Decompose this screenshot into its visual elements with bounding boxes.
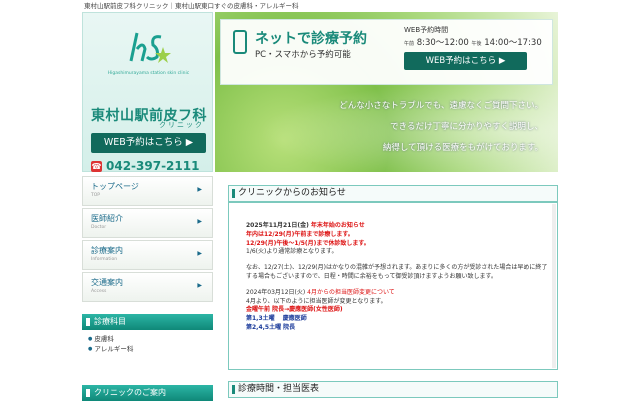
- department-item: アレルギー科: [88, 344, 213, 354]
- nav-item-top[interactable]: トップページ TOP ▶: [82, 176, 213, 206]
- brand-panel: Higashimurayama station skin clinic 東村山駅…: [82, 12, 213, 174]
- departments-heading: 診療科目: [82, 314, 213, 330]
- phone-number[interactable]: ☎ 042-397-2111: [91, 158, 206, 174]
- clinic-name-sub: クリニック: [159, 121, 204, 129]
- reservation-hours-title: WEB予約時間: [404, 26, 449, 34]
- phone-text: 042-397-2111: [106, 159, 200, 173]
- news-scrollbar[interactable]: [552, 204, 556, 368]
- arrow-right-icon: ▶: [197, 282, 202, 289]
- arrow-right-icon: ▶: [197, 250, 202, 257]
- nav-item-access[interactable]: 交通案内 Access ▶: [82, 272, 213, 302]
- clinic-info-heading: クリニックのご案内: [82, 385, 213, 401]
- reservation-box: ネットで診療予約 PC・スマホから予約可能 WEB予約時間 午前 8:30〜12…: [220, 19, 553, 85]
- hero-message-1: どんな小さなトラブルでも、遠慮なくご質問下さい。: [339, 101, 543, 111]
- hero-banner: ネットで診療予約 PC・スマホから予約可能 WEB予約時間 午前 8:30〜12…: [215, 12, 558, 172]
- web-reservation-button[interactable]: WEB予約はこちら ▶: [91, 133, 206, 153]
- web-reservation-button-hero[interactable]: WEB予約はこちら ▶: [404, 52, 527, 70]
- news-heading: クリニックからのお知らせ: [228, 185, 558, 202]
- hero-message-3: 納得して頂ける医療をもがけております。: [382, 143, 543, 153]
- sidebar-nav: トップページ TOP ▶ 医師紹介 Doctor ▶ 診療案内 Informat…: [82, 176, 213, 304]
- reservation-title: ネットで診療予約: [255, 31, 367, 47]
- clinic-logo[interactable]: [123, 27, 173, 67]
- arrow-right-icon: ▶: [197, 218, 202, 225]
- phone-icon: ☎: [91, 161, 102, 172]
- hours-heading: 診療時間・担当医表: [228, 381, 558, 398]
- hero-message-2: できるだけ丁寧に分かりやすく説明し、: [390, 122, 543, 132]
- reservation-hours: 午前 8:30〜12:00 午後 14:00〜17:30: [404, 38, 542, 48]
- smartphone-icon: [233, 30, 247, 54]
- nav-item-doctor[interactable]: 医師紹介 Doctor ▶: [82, 208, 213, 238]
- department-item: 皮膚科: [88, 334, 213, 344]
- news-content: 2025年11月21日(金) 年末年始のお知らせ 年内は12/29(月)午前まで…: [246, 222, 551, 333]
- news-entry-header: 2024年03月12日(火) 4月からの担当医師変更について: [246, 288, 395, 296]
- reservation-subtitle: PC・スマホから予約可能: [255, 50, 351, 60]
- nav-item-information[interactable]: 診療案内 Information ▶: [82, 240, 213, 270]
- site-tagline: 東村山駅前皮フ科クリニック｜東村山駅東口すぐの皮膚科・アレルギー科: [84, 2, 299, 10]
- logo-subtitle: Higashimurayama station skin clinic: [107, 71, 190, 76]
- departments-list: 皮膚科 アレルギー科: [82, 334, 213, 354]
- news-panel[interactable]: 2025年11月21日(金) 年末年始のお知らせ 年内は12/29(月)午前まで…: [228, 202, 558, 370]
- arrow-right-icon: ▶: [197, 186, 202, 193]
- news-entry-header: 2025年11月21日(金) 年末年始のお知らせ: [246, 222, 365, 229]
